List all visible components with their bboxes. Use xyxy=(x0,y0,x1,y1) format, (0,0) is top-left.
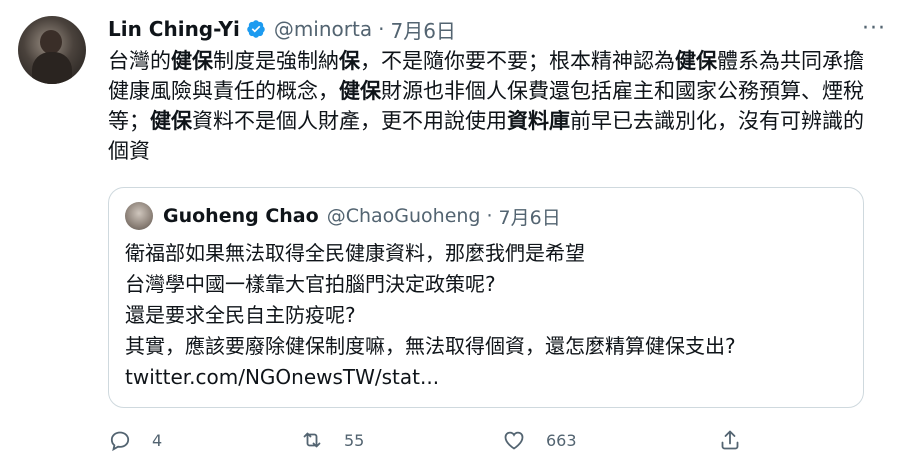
reply-count: 4 xyxy=(152,430,163,450)
like-button[interactable]: 663 xyxy=(502,428,577,452)
quoted-link[interactable]: twitter.com/NGOnewsTW/stat... xyxy=(125,362,845,393)
quoted-author-handle: @ChaoGuoheng xyxy=(326,205,481,227)
bold-text-segment: 健保 xyxy=(339,79,381,103)
separator-dot: · xyxy=(486,205,493,227)
bold-text-segment: 健保 xyxy=(150,109,192,133)
action-bar: 4 55 663 xyxy=(108,428,748,458)
share-icon xyxy=(721,430,739,450)
reply-button[interactable]: 4 xyxy=(108,428,162,452)
tweet-date[interactable]: 7月6日 xyxy=(390,15,455,44)
retweet-icon xyxy=(303,432,321,448)
reply-icon xyxy=(110,431,130,452)
author-name[interactable]: Lin Ching-Yi xyxy=(108,17,240,41)
heart-icon xyxy=(504,431,524,450)
separator-dot: · xyxy=(378,17,385,41)
bold-text-segment: 資料庫 xyxy=(507,109,570,133)
bold-text-segment: 健保 xyxy=(171,49,213,73)
quoted-text-line: 台灣學中國一樣靠大官拍腦門決定政策呢? xyxy=(125,272,496,296)
quoted-tweet[interactable]: Guoheng Chao @ChaoGuoheng · 7月6日 衛福部如果無法… xyxy=(108,187,864,408)
quoted-author-name: Guoheng Chao xyxy=(163,205,319,227)
quoted-author-avatar xyxy=(125,202,153,230)
quoted-text-line: 還是要求全民自主防疫呢? xyxy=(125,303,356,327)
tweet-text: 台灣的健保制度是強制納保，不是隨你要不要；根本精神認為健保體系為共同承擔健康風險… xyxy=(108,46,868,166)
share-button[interactable] xyxy=(718,428,762,452)
quoted-tweet-header: Guoheng Chao @ChaoGuoheng · 7月6日 xyxy=(125,202,561,230)
retweet-count: 55 xyxy=(344,430,365,450)
text-segment: 資料不是個人財產，更不用說使用 xyxy=(192,109,507,133)
author-avatar[interactable] xyxy=(18,16,86,84)
text-segment: 台灣的 xyxy=(108,49,171,73)
like-count: 663 xyxy=(546,430,577,450)
avatar-body xyxy=(32,52,72,84)
tweet-header: Lin Ching-Yi @minorta · 7月6日 xyxy=(108,14,884,44)
quoted-tweet-date: 7月6日 xyxy=(498,206,561,229)
quoted-tweet-text: 衛福部如果無法取得全民健康資料，那麼我們是希望 台灣學中國一樣靠大官拍腦門決定政… xyxy=(125,238,845,393)
bold-text-segment: 健保 xyxy=(675,49,717,73)
text-segment: 制度是強制納 xyxy=(213,49,339,73)
bold-text-segment: 保 xyxy=(339,49,360,73)
more-options-icon[interactable]: ··· xyxy=(862,16,886,41)
verified-badge-icon xyxy=(247,20,265,38)
text-segment: ，不是隨你要不要；根本精神認為 xyxy=(360,49,675,73)
author-handle[interactable]: @minorta xyxy=(274,17,372,41)
avatar-head xyxy=(40,30,62,54)
retweet-button[interactable]: 55 xyxy=(300,428,364,452)
quoted-text-line: 衛福部如果無法取得全民健康資料，那麼我們是希望 xyxy=(125,241,585,265)
quoted-text-line: 其實，應該要廢除健保制度嘛，無法取得個資，還怎麼精算健保支出? xyxy=(125,334,736,358)
